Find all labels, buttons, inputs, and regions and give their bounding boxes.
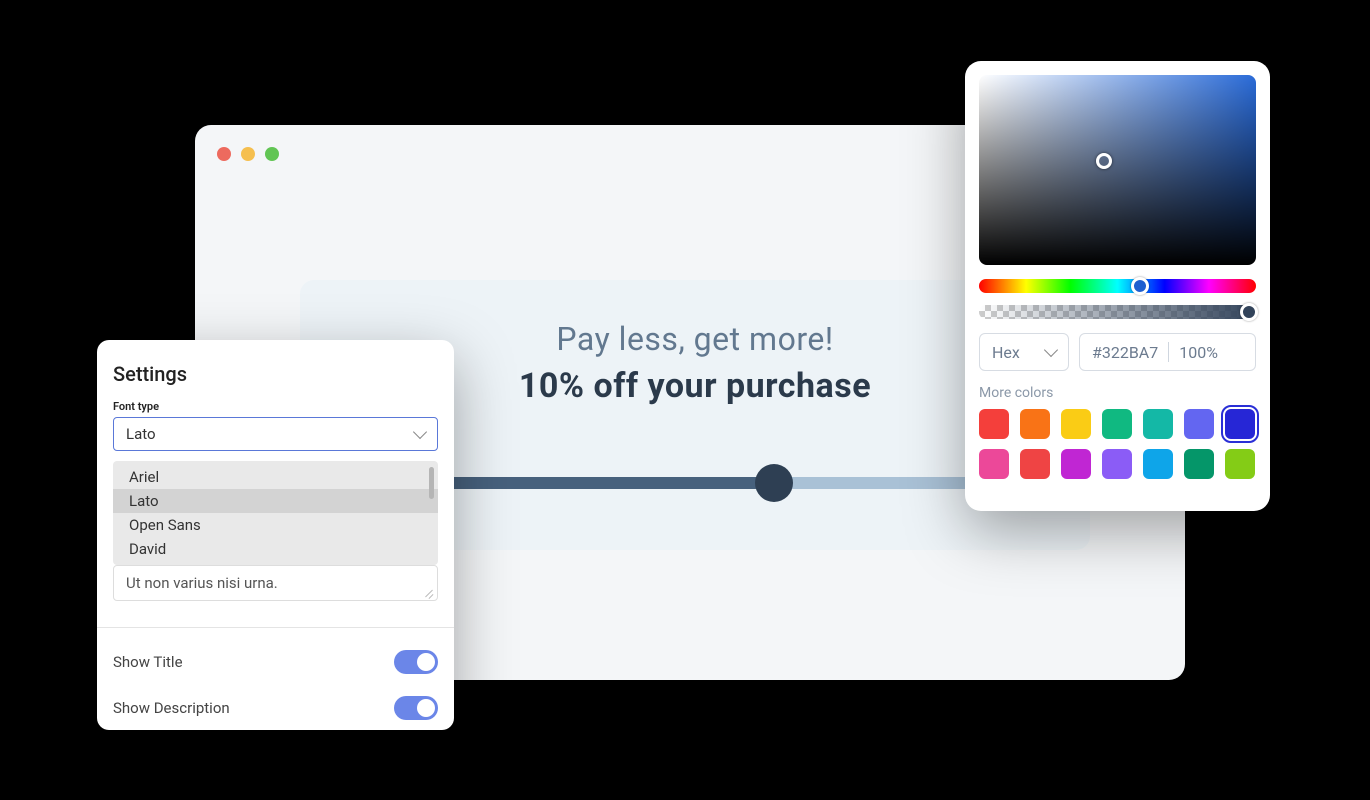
toggle-row-show-title: Show Title	[113, 650, 438, 674]
font-type-dropdown: Ariel Lato Open Sans David	[113, 461, 438, 565]
color-hex-value: #322BA7	[1092, 343, 1158, 362]
color-swatch[interactable]	[1184, 409, 1214, 439]
settings-divider	[97, 627, 454, 628]
font-type-select[interactable]: Lato	[113, 417, 438, 451]
color-swatch[interactable]	[1020, 449, 1050, 479]
sv-cursor[interactable]	[1096, 153, 1112, 169]
settings-heading: Settings	[113, 362, 438, 386]
offer-subtitle: 10% off your purchase	[519, 366, 871, 406]
slider-thumb[interactable]	[755, 464, 793, 502]
color-swatch[interactable]	[979, 449, 1009, 479]
offer-title: Pay less, get more!	[556, 320, 833, 358]
hue-slider[interactable]	[979, 279, 1256, 293]
color-format-value: Hex	[992, 343, 1020, 362]
more-colors-label: More colors	[979, 385, 1256, 401]
window-minimize-dot[interactable]	[241, 147, 255, 161]
sv-area[interactable]	[979, 75, 1256, 265]
swatch-grid	[979, 409, 1256, 479]
dropdown-scrollbar[interactable]	[429, 467, 434, 499]
alpha-thumb[interactable]	[1240, 303, 1258, 321]
resize-handle-icon[interactable]	[423, 586, 435, 598]
color-swatch[interactable]	[1184, 449, 1214, 479]
color-value-row: Hex #322BA7 100%	[979, 333, 1256, 371]
color-swatch[interactable]	[979, 409, 1009, 439]
color-swatch[interactable]	[1061, 409, 1091, 439]
hue-thumb[interactable]	[1131, 277, 1149, 295]
font-type-value: Lato	[126, 425, 156, 443]
font-type-label: Font type	[113, 400, 438, 413]
toggle-row-show-description: Show Description	[113, 696, 438, 720]
show-description-toggle[interactable]	[394, 696, 438, 720]
color-swatch[interactable]	[1102, 449, 1132, 479]
font-option[interactable]: David	[113, 537, 438, 561]
value-separator	[1168, 342, 1169, 362]
description-textarea[interactable]: Ut non varius nisi urna.	[113, 565, 438, 601]
font-option[interactable]: Open Sans	[113, 513, 438, 537]
font-option[interactable]: Ariel	[113, 465, 438, 489]
settings-panel: Settings Font type Lato Ariel Lato Open …	[97, 340, 454, 730]
window-close-dot[interactable]	[217, 147, 231, 161]
font-option[interactable]: Lato	[113, 489, 438, 513]
color-format-select[interactable]: Hex	[979, 333, 1069, 371]
color-swatch[interactable]	[1102, 409, 1132, 439]
show-title-toggle[interactable]	[394, 650, 438, 674]
color-swatch[interactable]	[1020, 409, 1050, 439]
alpha-slider[interactable]	[979, 305, 1256, 319]
description-value: Ut non varius nisi urna.	[126, 574, 278, 592]
traffic-lights	[217, 147, 279, 161]
color-opacity-value: 100%	[1179, 343, 1218, 362]
color-swatch[interactable]	[1061, 449, 1091, 479]
chevron-down-icon	[413, 425, 427, 439]
color-swatch[interactable]	[1143, 409, 1173, 439]
color-picker: Hex #322BA7 100% More colors	[965, 61, 1270, 511]
color-value-field[interactable]: #322BA7 100%	[1079, 333, 1256, 371]
color-swatch[interactable]	[1143, 449, 1173, 479]
window-maximize-dot[interactable]	[265, 147, 279, 161]
color-swatch[interactable]	[1225, 409, 1255, 439]
chevron-down-icon	[1044, 343, 1058, 357]
color-swatch[interactable]	[1225, 449, 1255, 479]
toggle-label: Show Title	[113, 653, 183, 671]
toggle-label: Show Description	[113, 699, 230, 717]
